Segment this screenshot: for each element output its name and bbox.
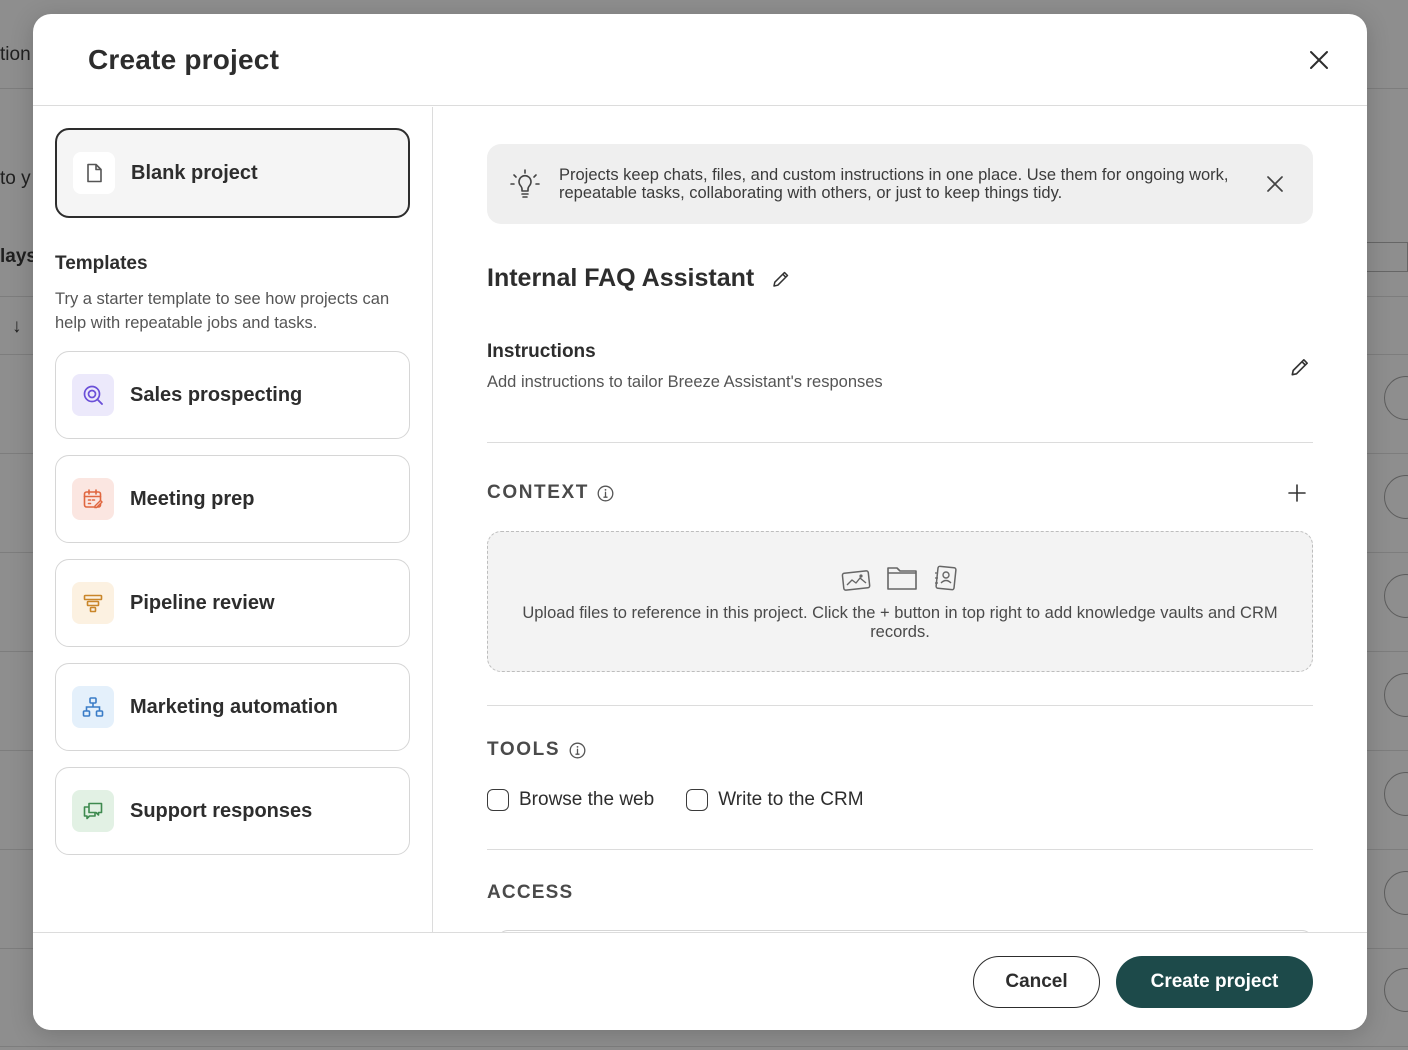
edit-instructions-button[interactable] <box>1287 354 1313 380</box>
tools-title: TOOLS <box>487 739 586 761</box>
bg-row-button <box>1384 376 1408 420</box>
context-header: CONTEXT <box>487 481 1313 505</box>
bg-text-fragment: to y <box>0 168 31 189</box>
info-banner: Projects keep chats, files, and custom i… <box>487 144 1313 224</box>
bg-text-fragment: lays <box>0 246 37 267</box>
instructions-description: Add instructions to tailor Breeze Assist… <box>487 373 883 391</box>
template-sidebar: Blank project Templates Try a starter te… <box>33 107 433 932</box>
folder-icon <box>887 566 917 590</box>
checkbox-box[interactable] <box>686 789 709 811</box>
file-dropzone[interactable]: Upload files to reference in this projec… <box>487 531 1313 672</box>
template-meeting-prep[interactable]: Meeting prep <box>55 455 410 543</box>
edit-project-name-button[interactable] <box>770 268 792 290</box>
bg-row-button <box>1384 772 1408 816</box>
org-chart-icon <box>82 697 104 717</box>
create-project-dialog: Create project Blank project Templates T… <box>33 14 1367 1030</box>
tools-options: Browse the web Write to the CRM <box>487 789 1313 811</box>
blank-project-tile <box>73 152 115 194</box>
cancel-button[interactable]: Cancel <box>973 955 1100 1008</box>
bg-row-button <box>1384 475 1408 519</box>
context-title-text: CONTEXT <box>487 482 589 503</box>
blank-project-label: Blank project <box>131 161 258 184</box>
template-tile <box>72 478 114 520</box>
image-icon <box>841 569 871 591</box>
write-crm-checkbox[interactable]: Write to the CRM <box>686 789 864 811</box>
bg-sort-arrow: ↓ <box>12 316 22 337</box>
tools-header: TOOLS <box>487 739 1313 761</box>
template-marketing-automation[interactable]: Marketing automation <box>55 663 410 751</box>
context-info-button[interactable] <box>597 484 615 502</box>
template-label: Marketing automation <box>130 695 338 718</box>
bg-text-fragment: tion <box>0 44 31 65</box>
plus-icon <box>1288 484 1306 502</box>
template-pipeline-review[interactable]: Pipeline review <box>55 559 410 647</box>
template-label: Pipeline review <box>130 591 275 614</box>
templates-heading: Templates <box>55 253 148 274</box>
bg-divider <box>0 1046 1408 1047</box>
project-name: Internal FAQ Assistant <box>487 264 755 292</box>
checkbox-label: Write to the CRM <box>718 789 864 810</box>
pencil-icon <box>773 271 789 287</box>
template-label: Sales prospecting <box>130 383 303 406</box>
calendar-edit-icon <box>83 489 103 509</box>
close-icon <box>1310 50 1328 69</box>
bg-row-button <box>1384 574 1408 618</box>
context-title: CONTEXT <box>487 482 615 504</box>
dialog-header: Create project <box>33 14 1367 106</box>
target-search-icon <box>83 385 103 405</box>
close-icon <box>1267 176 1283 192</box>
template-sales-prospecting[interactable]: Sales prospecting <box>55 351 410 439</box>
project-name-row: Internal FAQ Assistant <box>487 264 1313 293</box>
dialog-footer: Cancel Create project <box>33 932 1367 1030</box>
browse-web-checkbox[interactable]: Browse the web <box>487 789 654 811</box>
instructions-title: Instructions <box>487 341 596 362</box>
bg-row-button <box>1384 968 1408 1012</box>
instructions-section: Instructions Add instructions to tailor … <box>487 341 1313 443</box>
dialog-body: Blank project Templates Try a starter te… <box>33 107 1367 932</box>
bg-row-button <box>1384 871 1408 915</box>
checkbox-box[interactable] <box>487 789 509 811</box>
chat-bubbles-icon <box>83 802 103 820</box>
template-tile <box>72 790 114 832</box>
funnel-icon <box>83 594 103 613</box>
template-tile <box>72 582 114 624</box>
checkbox-label: Browse the web <box>519 789 655 810</box>
add-context-button[interactable] <box>1285 481 1309 505</box>
contact-card-icon <box>935 565 957 590</box>
template-tile <box>72 686 114 728</box>
pencil-icon <box>1291 358 1308 376</box>
document-icon <box>87 163 102 183</box>
tools-title-text: TOOLS <box>487 739 561 760</box>
template-label: Support responses <box>130 799 313 822</box>
info-icon <box>598 485 614 501</box>
template-label: Meeting prep <box>130 487 255 510</box>
template-support-responses[interactable]: Support responses <box>55 767 410 855</box>
section-divider <box>487 849 1313 850</box>
create-project-button[interactable]: Create project <box>1116 955 1313 1008</box>
banner-text: Projects keep chats, files, and custom i… <box>559 166 1229 202</box>
tools-info-button[interactable] <box>568 741 586 759</box>
project-settings-panel: Projects keep chats, files, and custom i… <box>433 107 1367 932</box>
bg-row-button <box>1384 673 1408 717</box>
bg-column-header <box>1366 242 1408 272</box>
close-dialog-button[interactable] <box>1301 42 1337 78</box>
template-tile <box>72 374 114 416</box>
blank-project-option[interactable]: Blank project <box>55 128 410 218</box>
lightbulb-icon <box>510 169 540 198</box>
section-divider <box>487 705 1313 706</box>
dialog-title: Create project <box>88 43 280 75</box>
dropzone-text: Upload files to reference in this projec… <box>522 603 1278 641</box>
info-icon <box>569 742 586 758</box>
access-title: ACCESS <box>487 882 574 903</box>
templates-description: Try a starter template to see how projec… <box>55 290 390 332</box>
dismiss-banner-button[interactable] <box>1261 170 1289 198</box>
dropzone-icons <box>841 562 959 592</box>
